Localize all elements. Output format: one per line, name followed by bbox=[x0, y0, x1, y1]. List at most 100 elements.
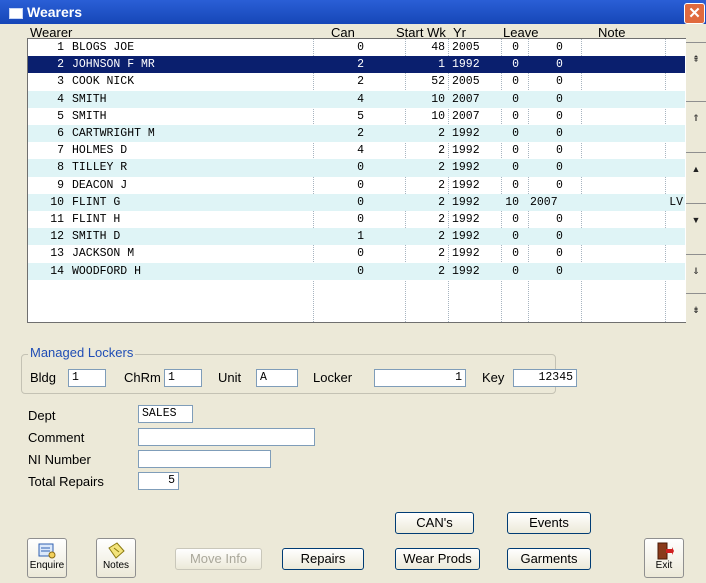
cans-button[interactable]: CAN's bbox=[395, 512, 474, 534]
last-record-icon[interactable]: ⇟ bbox=[686, 293, 706, 326]
dept-field[interactable]: SALES bbox=[138, 405, 193, 423]
table-row[interactable]: 4 SMITH 4 10 2007 0 0 bbox=[28, 90, 685, 108]
wear-prods-button[interactable]: Wear Prods bbox=[395, 548, 480, 570]
cell-wearer: SMITH D bbox=[72, 230, 121, 244]
notes-button[interactable]: Notes bbox=[96, 538, 136, 578]
cell-start-wk: 48 bbox=[431, 41, 445, 54]
first-record-icon[interactable]: ⇞ bbox=[686, 42, 706, 75]
cell-leave-yr: 0 bbox=[556, 127, 563, 140]
cell-yr: 1992 bbox=[452, 213, 480, 226]
cell-can: 2 bbox=[357, 58, 364, 72]
wearers-grid[interactable]: 1 BLOGS JOE 0 48 2005 0 0 2 JOHNSON F MR 2 1 1992 0 0… bbox=[27, 38, 686, 323]
cell-number: 10 bbox=[50, 195, 64, 209]
exit-button[interactable]: Exit bbox=[644, 538, 684, 578]
move-info-button[interactable]: Move Info bbox=[175, 548, 262, 570]
cell-yr: 2007 bbox=[452, 92, 480, 106]
table-row[interactable]: 3 COOK NICK 2 52 2005 0 0 bbox=[28, 73, 685, 90]
chrm-label: ChRm bbox=[124, 370, 161, 385]
table-row[interactable]: 6 CARTWRIGHT M 2 2 1992 0 0 bbox=[28, 125, 685, 143]
cell-can: 4 bbox=[357, 144, 364, 158]
cell-leave-yr: 0 bbox=[556, 75, 563, 89]
total-repairs-field[interactable]: 5 bbox=[138, 472, 179, 490]
cell-wearer: COOK NICK bbox=[72, 75, 135, 89]
table-row[interactable]: 9 DEACON J 0 2 1992 0 0 bbox=[28, 177, 685, 194]
cell-wearer: DEACON J bbox=[72, 178, 128, 192]
cell-wearer: TILLEY R bbox=[72, 161, 128, 175]
enquire-button[interactable]: Enquire bbox=[27, 538, 67, 578]
cell-leave-yr: 0 bbox=[556, 58, 563, 72]
cell-leave-wk: 0 bbox=[512, 161, 519, 175]
cell-yr: 2005 bbox=[452, 75, 480, 89]
page-down-icon[interactable]: ⇓ bbox=[686, 254, 706, 287]
locker-field[interactable]: 1 bbox=[374, 369, 466, 387]
table-row[interactable]: 13 JACKSON M 0 2 1992 0 0 bbox=[28, 245, 685, 262]
page-up-icon[interactable]: ⇑ bbox=[686, 101, 706, 134]
cell-start-wk: 2 bbox=[438, 247, 445, 261]
table-row[interactable]: 12 SMITH D 1 2 1992 0 0 bbox=[28, 228, 685, 246]
cell-leave-wk: 0 bbox=[512, 92, 519, 106]
cell-number: 3 bbox=[57, 75, 64, 89]
col-header-start-wk[interactable]: Start Wk bbox=[396, 25, 446, 40]
cell-yr: 1992 bbox=[452, 195, 480, 209]
events-button[interactable]: Events bbox=[507, 512, 591, 534]
cell-number: 9 bbox=[57, 178, 64, 192]
cell-start-wk: 2 bbox=[438, 264, 445, 278]
cell-wearer: FLINT G bbox=[72, 195, 121, 209]
col-header-wearer[interactable]: Wearer bbox=[30, 25, 72, 40]
unit-field[interactable]: A bbox=[256, 369, 298, 387]
table-row[interactable]: 10 FLINT G 0 2 1992 10 2007 LV bbox=[28, 193, 685, 211]
col-header-can[interactable]: Can bbox=[331, 25, 355, 40]
next-record-icon[interactable]: ▼ bbox=[686, 203, 706, 236]
cell-yr: 1992 bbox=[452, 264, 480, 278]
table-row[interactable]: 5 SMITH 5 10 2007 0 0 bbox=[28, 108, 685, 125]
cell-start-wk: 2 bbox=[438, 178, 445, 192]
cell-can: 1 bbox=[357, 230, 364, 244]
table-row[interactable]: 8 TILLEY R 0 2 1992 0 0 bbox=[28, 159, 685, 177]
cell-start-wk: 2 bbox=[438, 127, 445, 140]
table-row[interactable]: 14 WOODFORD H 0 2 1992 0 0 bbox=[28, 262, 685, 280]
cell-leave-yr: 0 bbox=[556, 92, 563, 106]
title-bar[interactable]: Wearers ✕ bbox=[0, 0, 706, 24]
chrm-field[interactable]: 1 bbox=[164, 369, 202, 387]
table-row[interactable]: 11 FLINT H 0 2 1992 0 0 bbox=[28, 211, 685, 228]
cell-number: 4 bbox=[57, 92, 64, 106]
cell-yr: 1992 bbox=[452, 230, 480, 244]
notes-icon bbox=[108, 542, 125, 559]
cell-can: 0 bbox=[357, 178, 364, 192]
ni-number-field[interactable] bbox=[138, 450, 271, 468]
cell-start-wk: 52 bbox=[431, 75, 445, 89]
cell-leave-wk: 0 bbox=[512, 58, 519, 72]
cell-yr: 1992 bbox=[452, 178, 480, 192]
col-header-leave[interactable]: Leave bbox=[503, 25, 538, 40]
comment-field[interactable] bbox=[138, 428, 315, 446]
notes-label: Notes bbox=[102, 560, 130, 571]
cell-number: 7 bbox=[57, 144, 64, 158]
repairs-button[interactable]: Repairs bbox=[282, 548, 364, 570]
bldg-field[interactable]: 1 bbox=[68, 369, 106, 387]
cell-can: 4 bbox=[357, 92, 364, 106]
enquire-label: Enquire bbox=[29, 560, 65, 571]
cell-yr: 1992 bbox=[452, 161, 480, 175]
cell-can: 5 bbox=[357, 109, 364, 123]
prev-record-icon[interactable]: ▲ bbox=[686, 152, 706, 185]
cell-wearer: SMITH bbox=[72, 109, 107, 123]
cell-number: 13 bbox=[50, 247, 64, 261]
unit-label: Unit bbox=[218, 370, 242, 385]
close-button[interactable]: ✕ bbox=[684, 3, 705, 24]
cell-can: 0 bbox=[357, 195, 364, 209]
cell-wearer: SMITH bbox=[72, 92, 107, 106]
col-header-note[interactable]: Note bbox=[598, 25, 625, 40]
cell-wearer: CARTWRIGHT M bbox=[72, 127, 155, 140]
table-row[interactable]: 7 HOLMES D 4 2 1992 0 0 bbox=[28, 142, 685, 159]
key-field[interactable]: 12345 bbox=[513, 369, 577, 387]
cell-leave-wk: 0 bbox=[512, 247, 519, 261]
cell-number: 5 bbox=[57, 109, 64, 123]
cell-can: 0 bbox=[357, 213, 364, 226]
cell-number: 12 bbox=[50, 230, 64, 244]
table-row[interactable]: 1 BLOGS JOE 0 48 2005 0 0 bbox=[28, 39, 685, 56]
cell-wearer: JACKSON M bbox=[72, 247, 135, 261]
table-row[interactable]: 2 JOHNSON F MR 2 1 1992 0 0 bbox=[28, 56, 685, 74]
garments-button[interactable]: Garments bbox=[507, 548, 591, 570]
cell-leave-yr: 0 bbox=[556, 213, 563, 226]
col-header-yr[interactable]: Yr bbox=[453, 25, 466, 40]
